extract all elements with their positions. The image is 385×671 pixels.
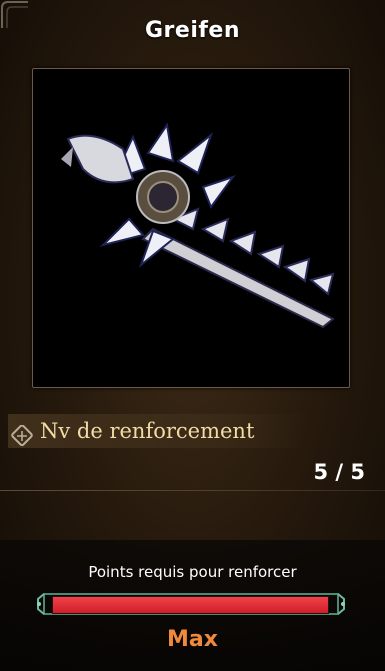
weapon-name-title: Greifen [144,18,241,43]
reinforcement-level-label: Nv de renforcement [40,419,255,443]
weapon-icon [61,122,335,329]
weapon-preview [32,68,350,388]
stat-divider [0,490,385,491]
upgrade-status-max: Max [167,627,218,652]
upgrade-progress-bar [52,596,329,614]
reinforcement-level-value: 5 / 5 [313,460,365,484]
points-required-label: Points requis pour renforcer [88,563,297,581]
reinforce-icon [11,425,33,447]
